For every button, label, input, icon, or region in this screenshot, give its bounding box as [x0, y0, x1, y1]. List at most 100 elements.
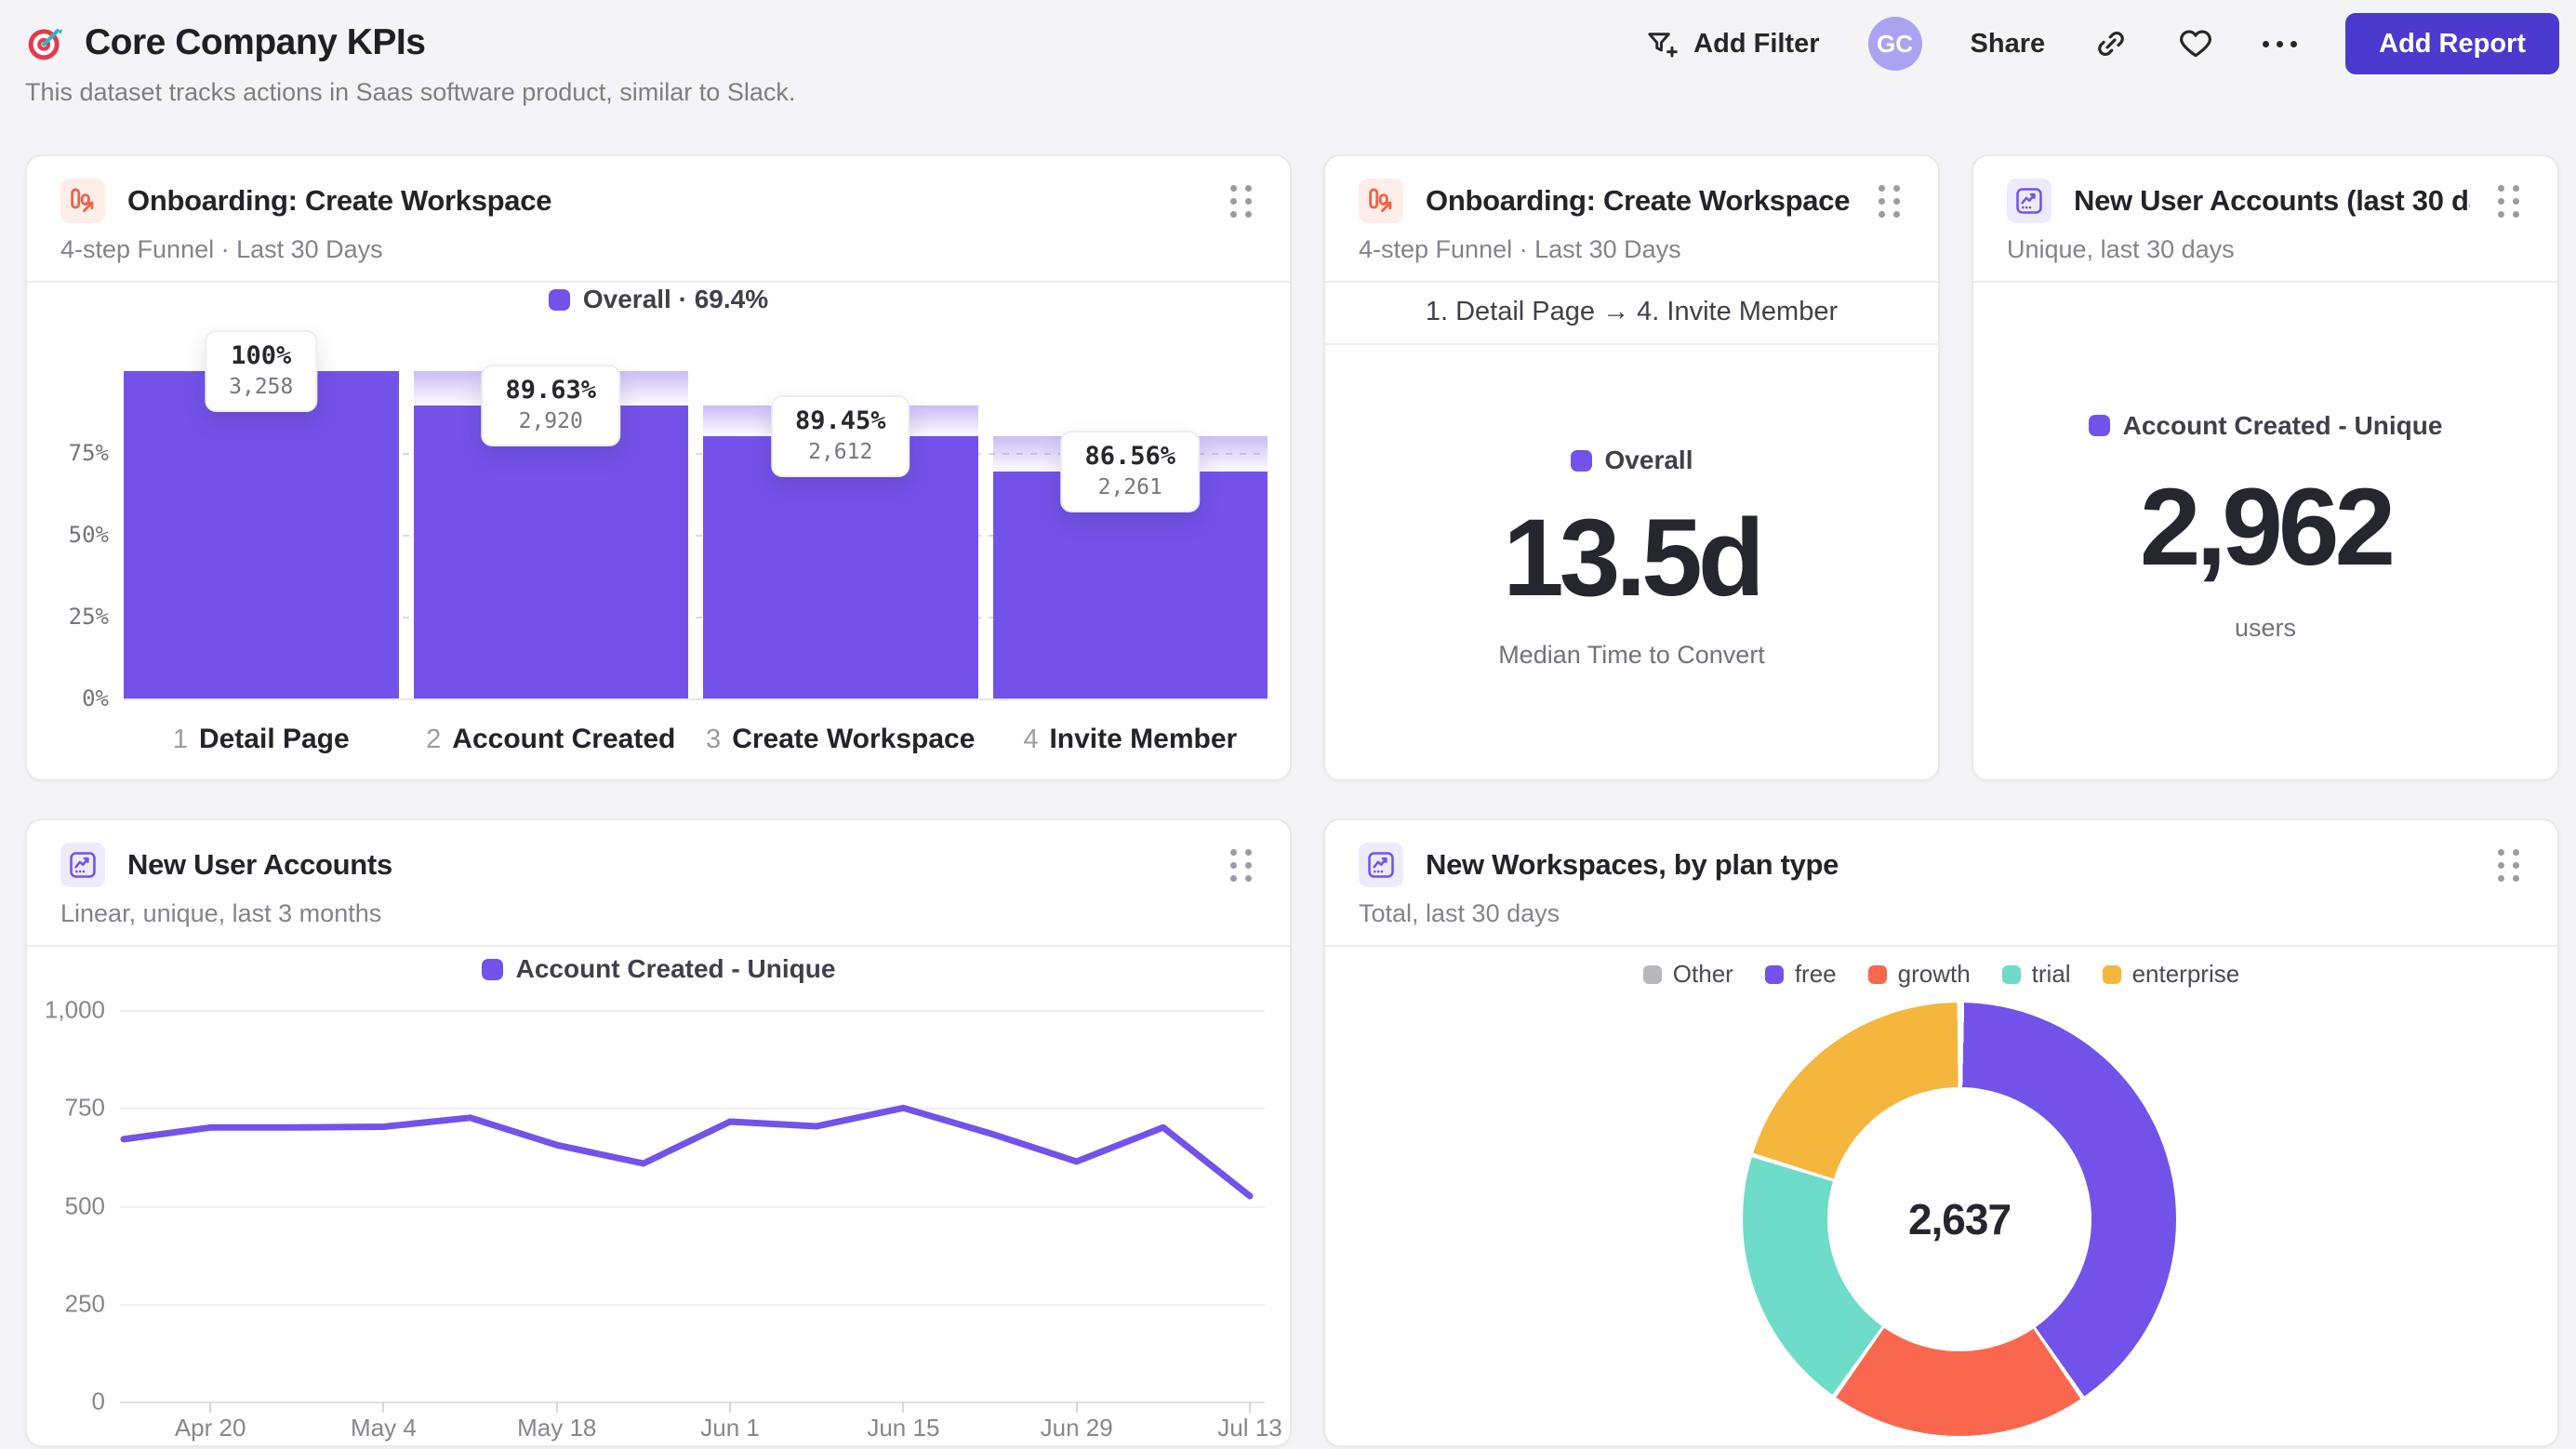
- insights-report-icon: [60, 843, 105, 887]
- metric-legend: Overall: [1570, 445, 1693, 475]
- funnel-legend: Overall · 69.4%: [27, 285, 1290, 314]
- donut-hole: 2,637: [1827, 1087, 2091, 1351]
- donut-legend-item[interactable]: trial: [2001, 960, 2071, 989]
- add-filter-label: Add Filter: [1693, 28, 1820, 59]
- funnel-gridline: [124, 698, 1268, 700]
- donut-chart-area: Other free growth trial enterprise 2,637: [1325, 947, 2557, 1445]
- drag-handle-icon[interactable]: [2492, 179, 2526, 223]
- page-title: Core Company KPIs: [85, 22, 426, 62]
- line-card-header: New User Accounts: [27, 820, 1290, 887]
- funnel-tooltip-count: 2,261: [1097, 474, 1162, 499]
- funnel-step-label: 1 Detail Page: [124, 724, 399, 755]
- legend-text: Overall · 69.4%: [582, 285, 769, 313]
- add-report-button[interactable]: Add Report: [2345, 13, 2559, 74]
- donut-legend-item[interactable]: free: [1764, 960, 1837, 989]
- line-chart-area: Account Created - Unique 0 250 500 750 1,000…: [27, 947, 1290, 1445]
- card-title: New Workspaces, by plan type: [1426, 848, 1839, 881]
- copy-link-button[interactable]: [2093, 26, 2129, 61]
- funnel-ytick-label: 25%: [68, 604, 109, 630]
- heart-icon: [2180, 30, 2211, 58]
- drag-handle-icon[interactable]: [1225, 844, 1258, 887]
- card-subtitle: Total, last 30 days: [1359, 899, 1560, 927]
- insights-report-icon: [1359, 843, 1403, 887]
- legend-swatch: [2102, 964, 2121, 984]
- donut-legend-item[interactable]: growth: [1867, 960, 1971, 989]
- funnel-step-number: 3: [706, 724, 722, 754]
- drag-handle-icon[interactable]: [2492, 844, 2526, 887]
- share-button[interactable]: Share: [1971, 29, 2046, 60]
- card-subtitle: Unique, last 30 days: [2007, 235, 2235, 263]
- metric-body: Account Created - Unique 2,962 users: [1973, 283, 2557, 779]
- funnel-ytick-label: 50%: [68, 522, 109, 548]
- legend-swatch: [1570, 449, 1592, 472]
- more-options-button[interactable]: [2263, 40, 2298, 47]
- funnel-ytick-label: 0%: [82, 685, 109, 711]
- donut-card-header: New Workspaces, by plan type: [1325, 820, 2557, 887]
- funnel-step-number: 2: [426, 724, 442, 754]
- metric-value: 2,962: [2139, 465, 2396, 589]
- metric-body: Overall 13.5d Median Time to Convert: [1325, 345, 1938, 779]
- funnel-step-name: Detail Page: [198, 724, 350, 754]
- board-description: This dataset tracks actions in Saas soft…: [25, 78, 796, 106]
- funnel-report-icon: [1359, 179, 1403, 223]
- avatar[interactable]: GC: [1867, 17, 1922, 71]
- card-title: Onboarding: Create Workspace: [127, 184, 552, 217]
- workspaces-donut-card: New Workspaces, by plan type Total, last…: [1323, 818, 2559, 1447]
- card-subtitle: 4-step Funnel · Last 30 Days: [1359, 235, 1681, 263]
- card-title: Onboarding: Create Workspace: [1426, 184, 1851, 217]
- drag-handle-icon[interactable]: [1873, 179, 1906, 223]
- funnel-ytick-label: 75%: [68, 440, 109, 466]
- legend-swatch: [1867, 964, 1887, 984]
- funnel-bar[interactable]: [413, 405, 688, 698]
- donut-legend-item[interactable]: enterprise: [2102, 960, 2240, 989]
- donut-legend-item[interactable]: Other: [1642, 960, 1733, 989]
- funnel-bar[interactable]: [124, 371, 399, 698]
- funnel-step-name: Invite Member: [1049, 724, 1238, 754]
- funnel-value-tooltip: 89.45% 2,612: [770, 394, 910, 477]
- add-filter-button[interactable]: Add Filter: [1644, 27, 1820, 60]
- funnel-range-label: 1. Detail Page → 4. Invite Member: [1425, 297, 1839, 326]
- legend-swatch: [548, 288, 570, 311]
- funnel-tooltip-conversion: 86.56%: [1084, 441, 1176, 471]
- new-users-30d-card: New User Accounts (last 30 days) Unique,…: [1972, 154, 2559, 781]
- legend-swatch: [1764, 964, 1784, 984]
- users-card-header: New User Accounts (last 30 days): [1973, 156, 2557, 223]
- legend-swatch: [2001, 964, 2021, 984]
- funnel-step-label: 3 Create Workspace: [703, 724, 978, 755]
- share-label: Share: [1970, 28, 2046, 59]
- legend-swatch: [1642, 964, 1662, 984]
- metric-caption: users: [2234, 613, 2297, 642]
- metric-caption: Median Time to Convert: [1498, 641, 1765, 669]
- line-series-path: [120, 1104, 1254, 1200]
- funnel-step-number: 1: [172, 724, 188, 754]
- legend-label: trial: [2031, 960, 2071, 988]
- link-icon: [2098, 31, 2124, 57]
- funnel-tooltip-conversion: 100%: [231, 341, 292, 370]
- funnel-value-tooltip: 100% 3,258: [205, 330, 318, 412]
- funnel-step-name: Account Created: [452, 724, 676, 754]
- card-subtitle: 4-step Funnel · Last 30 Days: [60, 235, 383, 263]
- metric-value: 13.5d: [1503, 497, 1765, 619]
- funnel-step-label: 2 Account Created: [414, 724, 689, 755]
- funnel-tooltip-count: 3,258: [229, 375, 294, 399]
- legend-label: Other: [1672, 960, 1733, 988]
- page-header: Core Company KPIs This dataset tracks ac…: [25, 0, 2559, 140]
- insights-report-icon: [2007, 179, 2052, 223]
- drag-handle-icon[interactable]: [1225, 179, 1258, 223]
- line-series-svg: [120, 1104, 1254, 1200]
- funnel-chart-area: Overall · 69.4% 75% 50% 25% 0% 1 Detail Page 1…: [27, 283, 1290, 779]
- legend-label: enterprise: [2131, 960, 2240, 988]
- funnel-tooltip-conversion: 89.45%: [794, 405, 886, 435]
- ellipsis-icon: [2263, 40, 2270, 47]
- donut-legend: Other free growth trial enterprise: [1325, 960, 2557, 989]
- funnel-step-number: 4: [1023, 724, 1039, 754]
- legend-swatch: [2088, 415, 2110, 436]
- donut-total: 2,637: [1907, 1195, 2012, 1243]
- donut-ring[interactable]: 2,637: [1743, 1003, 2176, 1436]
- funnel-tooltip-count: 2,612: [808, 439, 873, 464]
- funnel-card: Onboarding: Create Workspace 4-step Funn…: [25, 154, 1292, 781]
- funnel-value-tooltip: 89.63% 2,920: [481, 364, 621, 446]
- funnel-card-header: Onboarding: Create Workspace: [27, 156, 1290, 223]
- time-card-header: Onboarding: Create Workspace: [1325, 156, 1938, 223]
- favorite-button[interactable]: [2177, 26, 2214, 61]
